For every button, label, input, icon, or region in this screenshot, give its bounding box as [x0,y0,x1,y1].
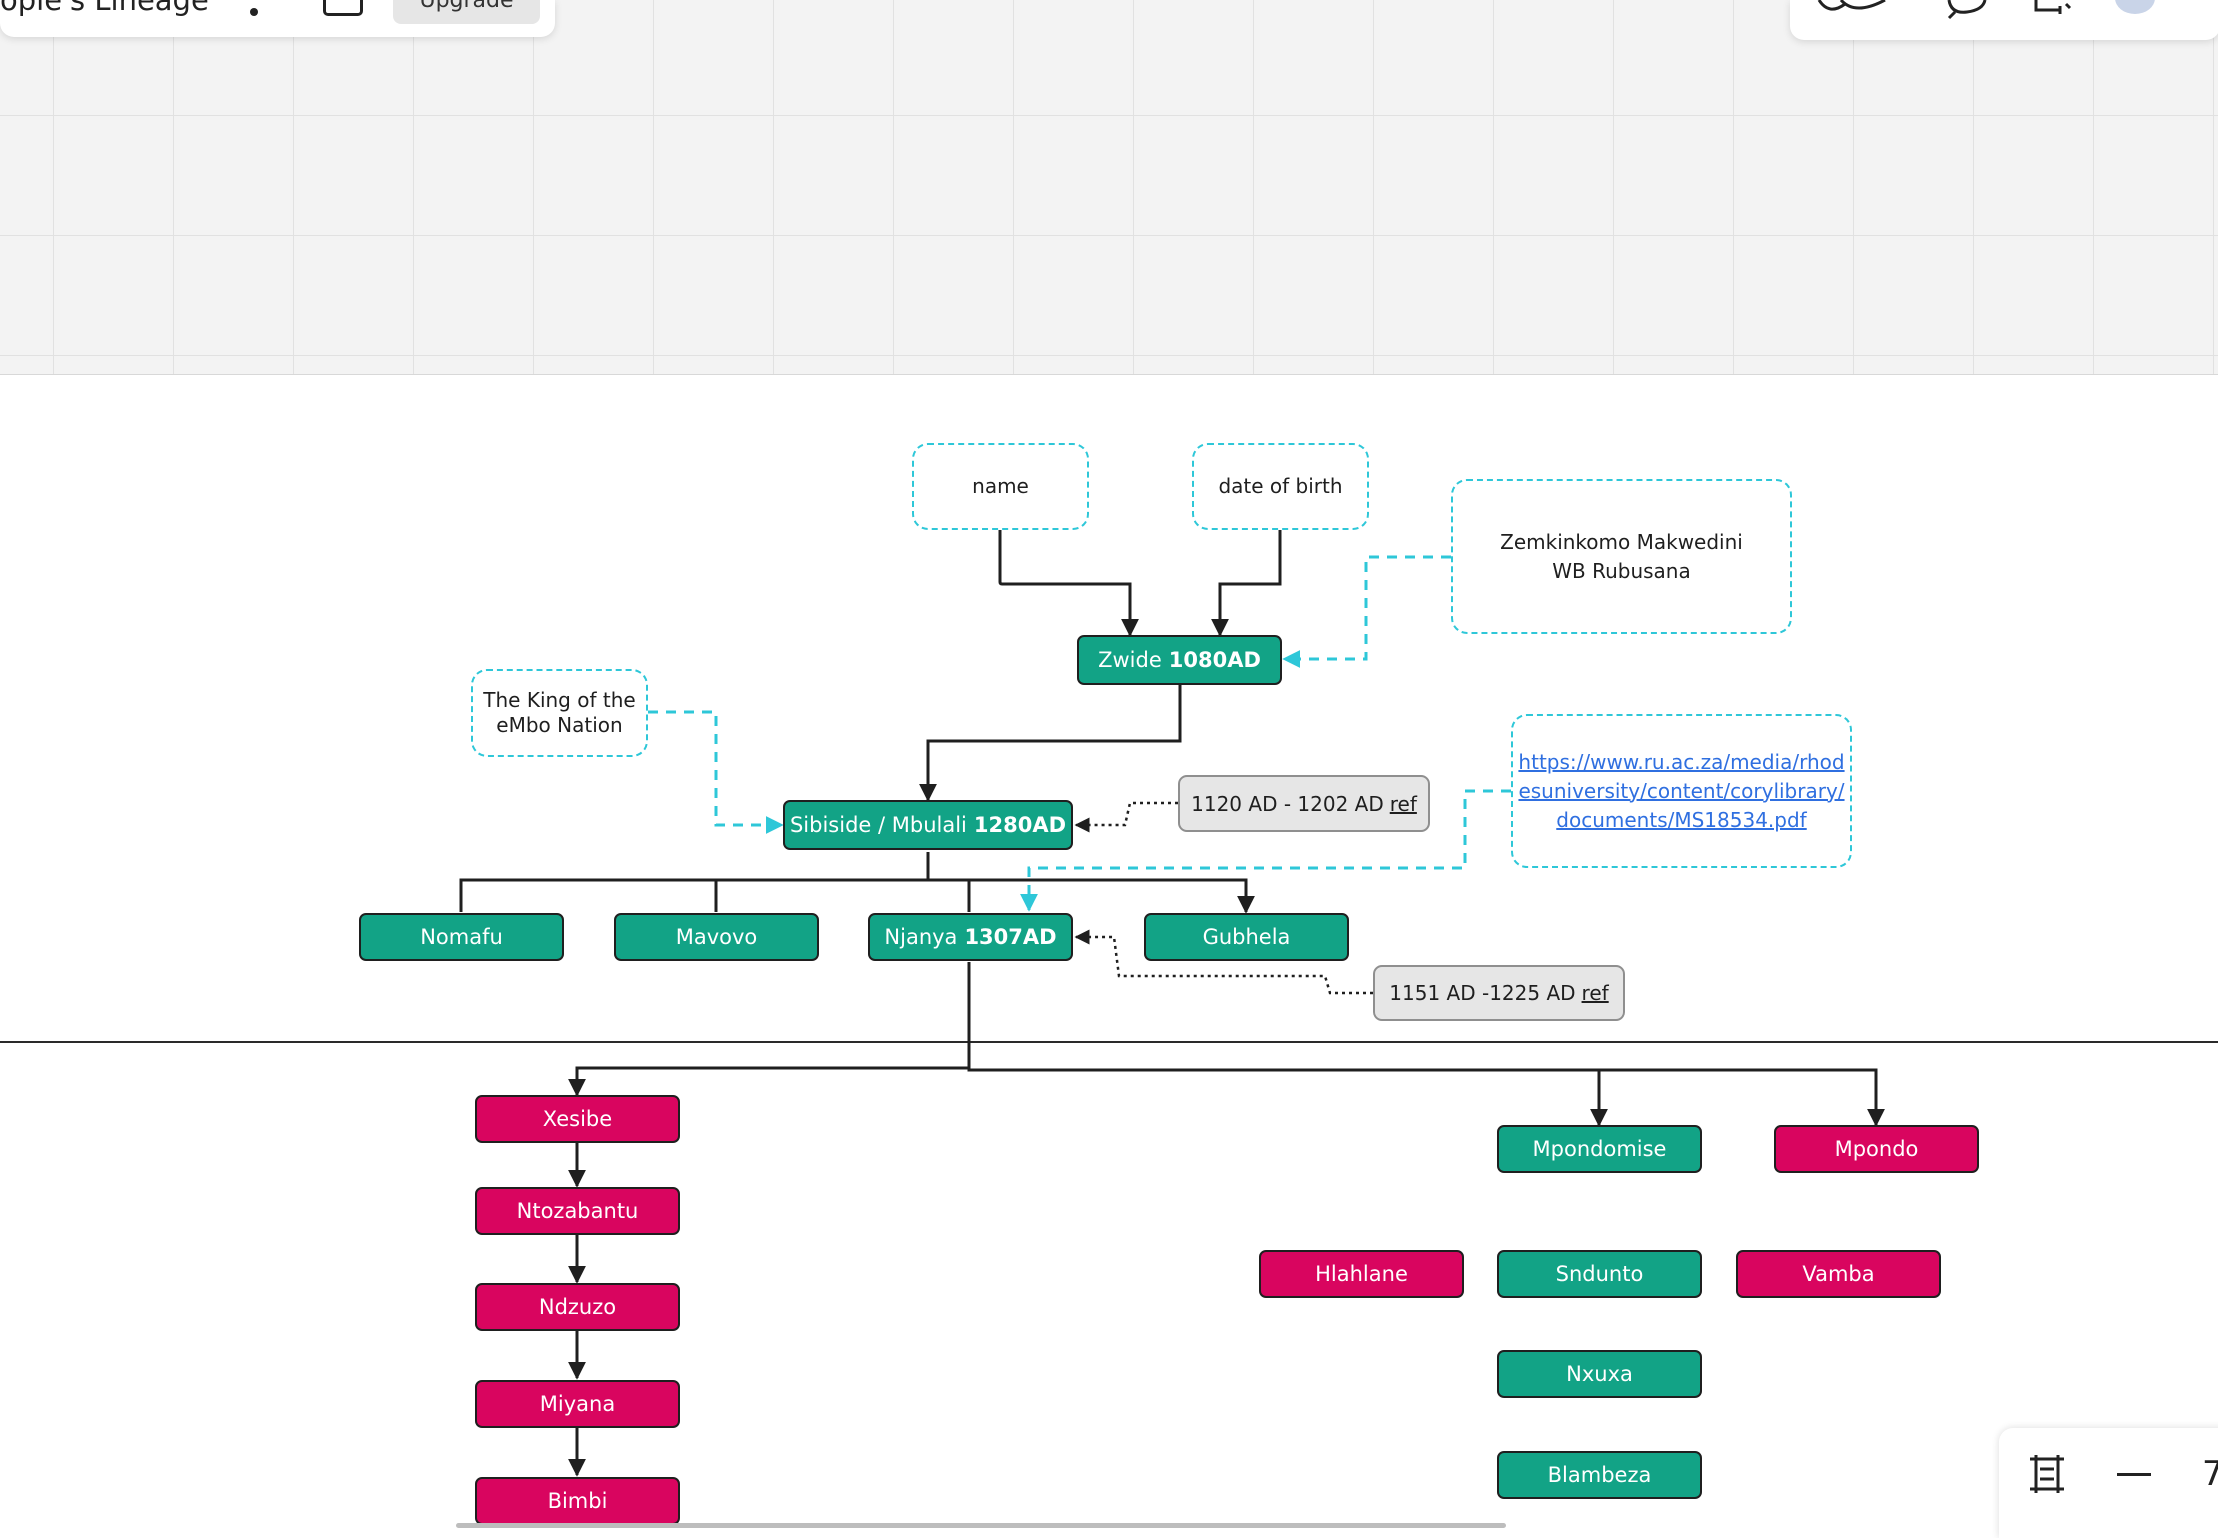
node-ntozabantu-label: Ntozabantu [516,1199,639,1223]
node-ndzuzo-label: Ndzuzo [538,1295,617,1319]
connector-sources-zwide [1282,555,1451,668]
ref-dates-sibiside: 1120 AD - 1202 AD [1191,791,1384,816]
note-name[interactable]: name [912,443,1089,530]
node-mpondo-label: Mpondo [1834,1137,1919,1161]
node-bimbi[interactable]: Bimbi [475,1477,680,1525]
share-icon[interactable] [2030,0,2074,20]
zoom-out-icon[interactable] [2117,1473,2151,1476]
node-mavovo-label: Mavovo [675,925,758,949]
connector-ref1-sibiside [1074,801,1178,833]
node-miyana[interactable]: Miyana [475,1380,680,1428]
ref-dates-njanya: 1151 AD -1225 AD [1389,981,1576,1005]
node-mpondo[interactable]: Mpondo [1774,1125,1979,1173]
comment-icon[interactable] [1945,0,1989,20]
note-name-text: name [972,474,1029,498]
node-ndzuzo[interactable]: Ndzuzo [475,1283,680,1331]
node-ntozabantu[interactable]: Ntozabantu [475,1187,680,1235]
horizontal-scrollbar[interactable] [456,1523,1506,1528]
board-title[interactable]: ople's Lineage [0,0,209,17]
source-url-line-2[interactable]: esuniversity/content/corylibrary/ [1518,777,1844,806]
note-date-of-birth[interactable]: date of birth [1192,443,1369,530]
node-sndunto[interactable]: Sndunto [1497,1250,1702,1298]
node-gubhela[interactable]: Gubhela [1144,913,1349,961]
note-king-text: The King of the eMbo Nation [483,688,636,737]
avatar[interactable] [2115,0,2155,14]
zoom-controls: 7 [1999,1428,2218,1538]
node-hlahlane-label: Hlahlane [1315,1262,1408,1286]
zoom-level[interactable]: 7 [2202,1454,2218,1494]
fit-to-screen-icon[interactable] [2026,1453,2068,1495]
node-bimbi-label: Bimbi [547,1489,608,1513]
connectors-layer [0,530,2218,1477]
node-zwide-year: 1080AD [1168,648,1261,672]
ref-box-sibiside[interactable]: 1120 AD - 1202 AD ref [1178,775,1430,832]
node-mavovo[interactable]: Mavovo [614,913,819,961]
node-xesibe-label: Xesibe [542,1107,613,1131]
node-mpondomise-label: Mpondomise [1532,1137,1667,1161]
source-url-line-1[interactable]: https://www.ru.ac.za/media/rhod [1518,748,1844,777]
note-source-authors[interactable]: Zemkinkomo Makwedini WB Rubusana [1451,479,1792,634]
more-vertical-icon[interactable] [250,8,258,16]
connector-njanya-xesibe [568,962,971,1097]
connector-njanya-mpondomise [967,1050,1608,1127]
node-sndunto-label: Sndunto [1555,1262,1644,1286]
node-njanya[interactable]: Njanya 1307AD [868,913,1073,961]
connector-sibiside-children [459,852,1246,912]
node-zwide-name: Zwide [1098,648,1162,672]
node-blambeza[interactable]: Blambeza [1497,1451,1702,1499]
whiteboard-canvas[interactable]: name date of birth Zemkinkomo Makwedini … [0,0,2218,1528]
node-sibiside-name: Sibiside / Mbulali [789,813,967,837]
node-njanya-year: 1307AD [964,925,1057,949]
board-toolbar: ople's Lineage Upgrade [0,0,555,37]
note-dob-text: date of birth [1218,474,1343,498]
node-blambeza-label: Blambeza [1547,1463,1652,1487]
note-king[interactable]: The King of the eMbo Nation [471,669,648,757]
connector-king-sibiside [648,710,784,834]
collaborators-icon[interactable] [1815,0,1895,20]
upgrade-button[interactable]: Upgrade [393,0,540,24]
source-url-line-3[interactable]: documents/MS18534.pdf [1556,806,1806,835]
node-nomafu[interactable]: Nomafu [359,913,564,961]
node-sibiside[interactable]: Sibiside / Mbulali 1280AD [783,800,1073,850]
node-vamba[interactable]: Vamba [1736,1250,1941,1298]
note-source-url[interactable]: https://www.ru.ac.za/media/rhod esuniver… [1511,714,1852,868]
node-miyana-label: Miyana [539,1392,616,1416]
node-sibiside-year: 1280AD [973,813,1067,837]
ref-link[interactable]: ref [1582,981,1609,1005]
collaboration-toolbar [1790,0,2218,40]
connector-njanya-mpondo [1599,1068,1885,1127]
connector-zwide-sibiside [919,685,1182,802]
node-nomafu-label: Nomafu [420,925,503,949]
node-nxuxa-label: Nxuxa [1566,1362,1633,1386]
node-xesibe[interactable]: Xesibe [475,1095,680,1143]
connector-name-zwide [998,530,1139,637]
node-nxuxa[interactable]: Nxuxa [1497,1350,1702,1398]
node-mpondomise[interactable]: Mpondomise [1497,1125,1702,1173]
ref-link[interactable]: ref [1390,792,1417,816]
node-vamba-label: Vamba [1802,1262,1875,1286]
connector-dob-zwide [1211,530,1282,637]
ref-box-njanya[interactable]: 1151 AD -1225 AD ref [1373,965,1625,1021]
node-njanya-name: Njanya [884,925,958,949]
node-zwide[interactable]: Zwide 1080AD [1077,635,1282,685]
node-gubhela-label: Gubhela [1202,925,1291,949]
node-hlahlane[interactable]: Hlahlane [1259,1250,1464,1298]
note-source-authors-text: Zemkinkomo Makwedini WB Rubusana [1500,529,1743,583]
frame-icon[interactable] [323,0,363,16]
